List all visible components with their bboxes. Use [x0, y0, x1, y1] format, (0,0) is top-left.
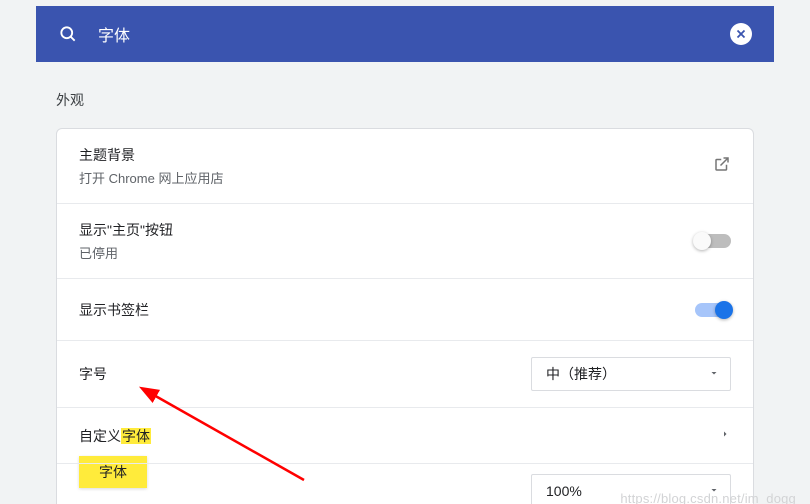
chevron-down-icon — [708, 366, 720, 382]
row-font-size: 字号 中（推荐） — [57, 340, 753, 407]
clear-search-button[interactable] — [730, 23, 752, 45]
select-font-size-value: 中（推荐） — [546, 364, 616, 384]
chevron-right-icon — [719, 427, 731, 445]
row-theme[interactable]: 主题背景 打开 Chrome 网上应用店 — [57, 129, 753, 203]
select-zoom-value: 100% — [546, 483, 582, 499]
external-link-icon — [713, 155, 731, 178]
row-theme-sub: 打开 Chrome 网上应用店 — [79, 168, 223, 187]
row-home-sub: 已停用 — [79, 243, 173, 262]
row-bookmarks-title: 显示书签栏 — [79, 300, 149, 320]
row-theme-title: 主题背景 — [79, 145, 223, 165]
watermark: https://blog.csdn.net/im_dogg — [620, 491, 796, 504]
search-bar — [36, 6, 774, 62]
search-icon — [58, 24, 78, 44]
highlight-font: 字体 — [121, 428, 151, 444]
select-font-size[interactable]: 中（推荐） — [531, 357, 731, 391]
toggle-home-button[interactable] — [695, 234, 731, 248]
row-bookmarks-bar: 显示书签栏 — [57, 278, 753, 340]
search-input[interactable] — [98, 25, 730, 43]
toggle-bookmarks-bar[interactable] — [695, 303, 731, 317]
close-icon — [734, 27, 748, 41]
row-home-title: 显示"主页"按钮 — [79, 220, 173, 240]
appearance-card: 主题背景 打开 Chrome 网上应用店 显示"主页"按钮 已停用 显示书签栏 — [56, 128, 754, 504]
row-home-button: 显示"主页"按钮 已停用 — [57, 203, 753, 278]
row-customfont-title: 自定义字体 — [79, 426, 151, 446]
row-fontsize-title: 字号 — [79, 364, 107, 384]
row-customize-fonts[interactable]: 自定义字体 字体 — [57, 407, 753, 463]
section-title-appearance: 外观 — [56, 90, 754, 110]
